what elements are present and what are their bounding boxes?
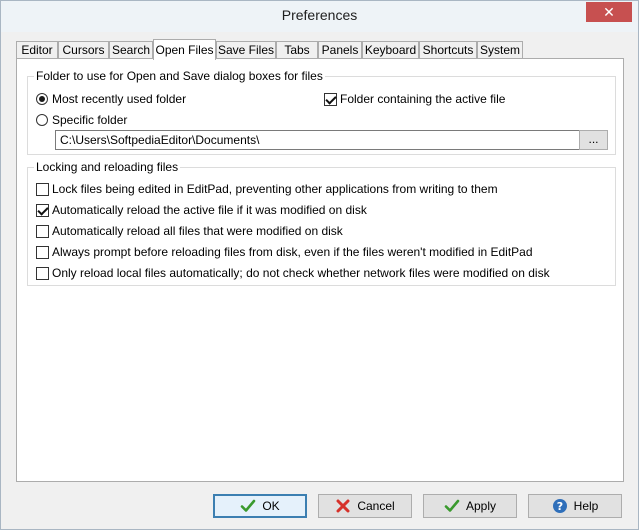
check-icon [240,498,256,514]
most-recent-folder-radio[interactable] [36,93,48,105]
folder-group-title: Folder to use for Open and Save dialog b… [34,69,325,83]
browse-folder-button[interactable]: ... [579,130,608,150]
locking-group: Locking and reloading files Lock files b… [27,160,616,286]
tab-cursors[interactable]: Cursors [58,41,109,58]
folder-group: Folder to use for Open and Save dialog b… [27,69,616,155]
window-title: Preferences [281,7,358,23]
tab-panels[interactable]: Panels [318,41,362,58]
reload-active-file-checkbox[interactable] [36,204,49,217]
specific-folder-radio[interactable] [36,114,48,126]
tab-save-files[interactable]: Save Files [216,41,276,58]
cross-icon [335,498,351,514]
tab-editor[interactable]: Editor [16,41,58,58]
cancel-button[interactable]: Cancel [318,494,412,518]
always-prompt-label[interactable]: Always prompt before reloading files fro… [52,245,533,259]
ok-button[interactable]: OK [213,494,307,518]
preferences-window: Preferences ✕ Editor Cursors Search Open… [0,0,639,530]
folder-path-input[interactable]: C:\Users\SoftpediaEditor\Documents\ [55,130,580,150]
specific-folder-label[interactable]: Specific folder [52,113,127,127]
tab-tabs[interactable]: Tabs [276,41,318,58]
local-files-only-checkbox[interactable] [36,267,49,280]
help-button-label: Help [573,499,599,513]
check-icon [444,498,460,514]
title-bar: Preferences ✕ [1,1,638,32]
locking-group-title: Locking and reloading files [34,160,181,174]
lock-files-label[interactable]: Lock files being edited in EditPad, prev… [52,182,498,196]
reload-all-files-checkbox[interactable] [36,225,49,238]
tab-shortcuts[interactable]: Shortcuts [419,41,477,58]
tab-search[interactable]: Search [109,41,153,58]
ok-button-label: OK [262,499,280,513]
active-file-folder-checkbox[interactable] [324,93,337,106]
svg-text:?: ? [556,500,562,513]
help-icon: ? [552,498,568,514]
most-recent-folder-label[interactable]: Most recently used folder [52,92,186,106]
lock-files-checkbox[interactable] [36,183,49,196]
cancel-button-label: Cancel [357,499,395,513]
active-file-folder-label[interactable]: Folder containing the active file [340,92,505,106]
tab-open-files[interactable]: Open Files [153,39,216,60]
close-button[interactable]: ✕ [586,2,632,22]
open-files-panel: Folder to use for Open and Save dialog b… [16,58,624,482]
reload-active-file-label[interactable]: Automatically reload the active file if … [52,203,367,217]
tab-system[interactable]: System [477,41,523,58]
close-icon: ✕ [603,4,615,20]
reload-all-files-label[interactable]: Automatically reload all files that were… [52,224,343,238]
help-button[interactable]: ? Help [528,494,622,518]
apply-button-label: Apply [465,499,497,513]
local-files-only-label[interactable]: Only reload local files automatically; d… [52,266,550,280]
always-prompt-checkbox[interactable] [36,246,49,259]
tab-keyboard[interactable]: Keyboard [362,41,419,58]
apply-button[interactable]: Apply [423,494,517,518]
